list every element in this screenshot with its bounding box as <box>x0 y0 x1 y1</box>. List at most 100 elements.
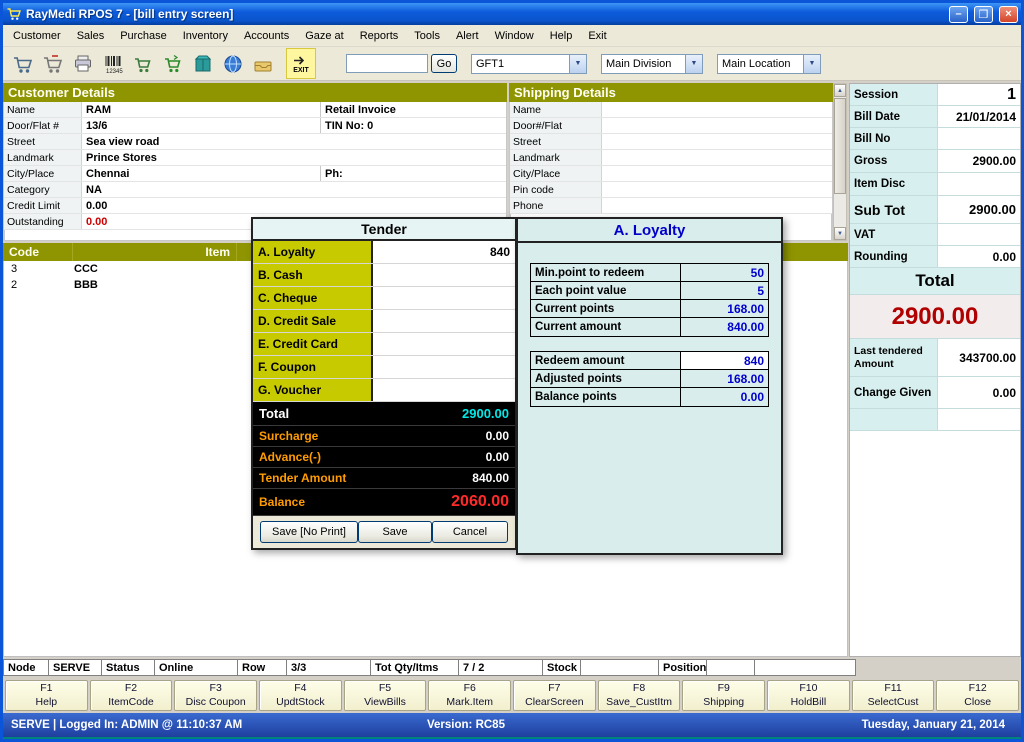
mini-cart-icon[interactable] <box>128 48 158 79</box>
maximize-button[interactable]: ❐ <box>974 6 993 23</box>
hold-tray-icon[interactable] <box>248 48 278 79</box>
menu-help[interactable]: Help <box>542 27 581 45</box>
tender-option-coupon[interactable]: F. Coupon <box>253 356 515 379</box>
f11-selectcust-button[interactable]: F11SelectCust <box>852 680 935 711</box>
print-icon[interactable] <box>68 48 98 79</box>
save-button[interactable]: Save <box>358 521 432 543</box>
menu-exit[interactable]: Exit <box>580 27 614 45</box>
tender-option-cash[interactable]: B. Cash <box>253 264 515 287</box>
f5-viewbills-button[interactable]: F5ViewBills <box>344 680 427 711</box>
menu-inventory[interactable]: Inventory <box>175 27 236 45</box>
f4-updtstock-button[interactable]: F4UpdtStock <box>259 680 342 711</box>
f10-holdbill-button[interactable]: F10HoldBill <box>767 680 850 711</box>
summary-row: Last tendered Amount 343700.00 <box>850 339 1020 377</box>
loyalty-info-table: Min.point to redeem 50 Each point value … <box>530 263 769 337</box>
adjusted-points-value: 168.00 <box>681 370 768 387</box>
menu-accounts[interactable]: Accounts <box>236 27 297 45</box>
customer-field-row: Landmark Prince Stores <box>4 150 506 166</box>
cancel-button[interactable]: Cancel <box>432 521 508 543</box>
field-value[interactable] <box>602 205 832 207</box>
go-button[interactable]: Go <box>431 54 457 73</box>
tender-option-cheque[interactable]: C. Cheque <box>253 287 515 310</box>
details-scrollbar[interactable]: ▲ ▼ <box>833 83 847 241</box>
customer-field-row: Street Sea view road <box>4 134 506 150</box>
menu-purchase[interactable]: Purchase <box>112 27 174 45</box>
menu-gaze-at[interactable]: Gaze at <box>297 27 352 45</box>
window-title: RayMedi RPOS 7 - [bill entry screen] <box>26 7 943 21</box>
field-value[interactable] <box>602 189 832 191</box>
bill-cart-icon[interactable] <box>8 48 38 79</box>
barcode-icon[interactable]: 12345 <box>98 48 128 79</box>
shipping-details-header: Shipping Details <box>509 83 833 102</box>
tender-option-amount <box>373 264 515 286</box>
close-button[interactable]: × <box>999 6 1018 23</box>
redeem-amount-input[interactable]: 840 <box>681 352 768 369</box>
field-value[interactable]: 0.00 <box>82 199 320 213</box>
field-value[interactable]: Prince Stores <box>82 151 320 165</box>
rounding-value: 0.00 <box>938 246 1020 267</box>
tender-option-amount <box>373 333 515 355</box>
field-value[interactable]: NA <box>82 183 320 197</box>
minimize-button[interactable]: – <box>949 6 968 23</box>
f8-save-custitm-button[interactable]: F8Save_CustItm <box>598 680 681 711</box>
f9-shipping-button[interactable]: F9Shipping <box>682 680 765 711</box>
cart-return-icon[interactable] <box>38 48 68 79</box>
f2-itemcode-button[interactable]: F2ItemCode <box>90 680 173 711</box>
menu-reports[interactable]: Reports <box>352 27 407 45</box>
fkey-label: ViewBills <box>364 696 406 710</box>
fkey-label: SelectCust <box>868 696 919 710</box>
field-value[interactable] <box>602 109 832 111</box>
summary-row: Rounding 0.00 <box>850 246 1020 268</box>
field-value[interactable]: Chennai <box>82 167 320 181</box>
field-label: Door/Flat # <box>4 118 82 133</box>
fkey-key: F3 <box>210 682 222 696</box>
status-filler <box>755 659 856 676</box>
f6-mark-item-button[interactable]: F6Mark.Item <box>428 680 511 711</box>
save-no-print-button[interactable]: Save [No Print] <box>260 521 358 543</box>
tin-no: TIN No: 0 <box>320 118 506 133</box>
company-select[interactable]: GFT1 ▼ <box>471 54 587 74</box>
phone-label[interactable]: Ph: <box>320 166 506 181</box>
package-icon[interactable] <box>188 48 218 79</box>
tender-option-voucher[interactable]: G. Voucher <box>253 379 515 402</box>
field-value[interactable] <box>602 125 832 127</box>
invoice-type[interactable]: Retail Invoice <box>320 102 506 117</box>
f12-close-button[interactable]: F12Close <box>936 680 1019 711</box>
f7-clearscreen-button[interactable]: F7ClearScreen <box>513 680 596 711</box>
item-code: 3 <box>4 263 74 275</box>
menu-window[interactable]: Window <box>487 27 542 45</box>
tender-amount-value: 840.00 <box>472 471 515 485</box>
field-value[interactable]: RAM <box>82 103 320 117</box>
scroll-up-icon[interactable]: ▲ <box>834 84 846 97</box>
field-value[interactable] <box>602 173 832 175</box>
field-value[interactable] <box>602 141 832 143</box>
tender-option-credit-sale[interactable]: D. Credit Sale <box>253 310 515 333</box>
fkey-label: Close <box>964 696 991 710</box>
field-value[interactable]: 13/6 <box>82 119 320 133</box>
exit-icon[interactable]: EXIT <box>286 48 316 79</box>
summary-label: Bill No <box>850 128 938 149</box>
scroll-down-icon[interactable]: ▼ <box>834 227 846 240</box>
tender-option-loyalty[interactable]: A. Loyalty 840 <box>253 241 515 264</box>
summary-row: Sub Tot 2900.00 <box>850 196 1020 224</box>
fkey-key: F7 <box>548 682 560 696</box>
menu-tools[interactable]: Tools <box>406 27 448 45</box>
location-select[interactable]: Main Location ▼ <box>717 54 821 74</box>
menu-alert[interactable]: Alert <box>448 27 487 45</box>
tender-option-credit-card[interactable]: E. Credit Card <box>253 333 515 356</box>
globe-icon[interactable] <box>218 48 248 79</box>
cart-reload-icon[interactable] <box>158 48 188 79</box>
field-value[interactable]: Sea view road <box>82 135 320 149</box>
menu-sales[interactable]: Sales <box>69 27 113 45</box>
f3-disc-coupon-button[interactable]: F3Disc Coupon <box>174 680 257 711</box>
scrollbar-thumb[interactable] <box>834 98 846 194</box>
summary-row <box>850 409 1020 431</box>
tender-option-amount <box>373 287 515 309</box>
loyalty-label: Min.point to redeem <box>531 264 681 281</box>
tender-option-label: F. Coupon <box>253 356 373 378</box>
division-select[interactable]: Main Division ▼ <box>601 54 703 74</box>
item-search-input[interactable] <box>346 54 428 73</box>
menu-customer[interactable]: Customer <box>5 27 69 45</box>
field-value[interactable] <box>602 157 832 159</box>
f1-help-button[interactable]: F1Help <box>5 680 88 711</box>
